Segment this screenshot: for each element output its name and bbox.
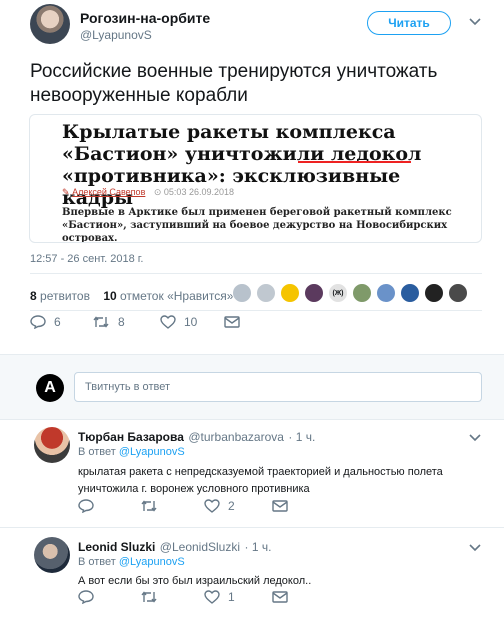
liker-avatar[interactable] (376, 283, 396, 303)
like-action[interactable]: 2 (204, 499, 235, 513)
retweets-label: ретвитов (40, 289, 90, 303)
like-count: 1 (228, 590, 235, 604)
liker-avatars: (Ж) (232, 283, 468, 303)
author-handle[interactable]: @LyapunovS (80, 28, 152, 42)
like-action[interactable]: 1 (204, 590, 235, 604)
in-reply-handle[interactable]: @LyapunovS (119, 446, 185, 458)
current-user-avatar[interactable]: A (36, 374, 64, 402)
retweets-count: 8 (30, 289, 37, 303)
reply-time[interactable]: · 1 ч. (244, 540, 271, 554)
card-lead: Впервые в Арктике был применен береговой… (62, 207, 452, 243)
reply-avatar[interactable] (34, 537, 70, 573)
reply-author-handle[interactable]: @LeonidSluzki (160, 540, 240, 554)
reply-author-name[interactable]: Leonid Sluzki (78, 540, 155, 554)
retweet-icon (93, 316, 109, 328)
reply-header: Тюрбан Базарова @turbanbazarova · 1 ч. (78, 428, 315, 446)
card-author[interactable]: Алексей Савепов (72, 187, 145, 197)
liker-avatar[interactable] (400, 283, 420, 303)
reply-input[interactable]: Твитнуть в ответ (74, 372, 482, 402)
envelope-icon (272, 591, 288, 603)
divider (0, 527, 504, 528)
tweet-stats: 8 ретвитов 10 отметок «Нравится» (30, 289, 233, 303)
reply-text: А вот если бы это был израильский ледоко… (78, 575, 312, 587)
retweet-icon (141, 500, 157, 512)
in-reply-label: В ответ (78, 446, 116, 458)
divider (30, 273, 482, 274)
dm-action[interactable] (272, 500, 288, 512)
reply-header: Leonid Sluzki @LeonidSluzki · 1 ч. (78, 538, 271, 556)
article-card[interactable]: Крылатые ракеты комплекса «Бастион» унич… (29, 114, 482, 243)
tweet-text: Российские военные тренируются уничтожат… (30, 61, 438, 106)
dm-action[interactable] (224, 316, 240, 328)
liker-avatar[interactable] (232, 283, 252, 303)
retweets-stat[interactable]: 8 ретвитов (30, 289, 90, 303)
in-reply-to: В ответ @LyapunovS (78, 556, 185, 568)
retweet-action[interactable] (140, 499, 158, 513)
retweet-action[interactable]: 8 (92, 315, 125, 329)
clock-icon: ⊙ (153, 187, 164, 197)
reply-time[interactable]: · 1 ч. (288, 430, 315, 444)
reply-icon (78, 590, 94, 604)
retweet-action[interactable] (140, 590, 158, 604)
card-date-text: 05:03 26.09.2018 (163, 187, 234, 197)
like-action[interactable]: 10 (160, 315, 197, 329)
reply-action[interactable] (78, 590, 94, 604)
in-reply-to: В ответ @LyapunovS (78, 446, 185, 458)
envelope-icon (272, 500, 288, 512)
liker-avatar[interactable] (256, 283, 276, 303)
liker-avatar[interactable] (280, 283, 300, 303)
author-avatar[interactable] (30, 4, 70, 44)
heart-icon (204, 590, 220, 604)
reply-icon (78, 499, 94, 513)
liker-avatar[interactable] (448, 283, 468, 303)
reply-author-handle[interactable]: @turbanbazarova (188, 430, 284, 444)
like-count: 10 (184, 315, 198, 329)
envelope-icon (224, 316, 240, 328)
chevron-down-icon[interactable] (469, 431, 481, 445)
liker-avatar[interactable] (304, 283, 324, 303)
likes-stat[interactable]: 10 отметок «Нравится» (103, 289, 233, 303)
like-count: 2 (228, 499, 235, 513)
reply-count: 6 (54, 315, 61, 329)
reply-author-name[interactable]: Тюрбан Базарова (78, 430, 184, 444)
in-reply-handle[interactable]: @LyapunovS (119, 556, 185, 568)
liker-avatar[interactable] (352, 283, 372, 303)
in-reply-label: В ответ (78, 556, 116, 568)
card-date: ⊙ 05:03 26.09.2018 (154, 187, 234, 197)
retweet-count: 8 (118, 315, 125, 329)
follow-button[interactable]: Читать (367, 11, 451, 35)
chevron-down-icon[interactable] (469, 15, 481, 29)
heart-icon (160, 315, 176, 329)
dm-action[interactable] (272, 591, 288, 603)
divider (30, 310, 482, 311)
likes-label: отметок «Нравится» (120, 289, 234, 303)
timestamp[interactable]: 12:57 - 26 сент. 2018 г. (30, 253, 143, 265)
card-meta: ✎ Алексей Савепов ⊙ 05:03 26.09.2018 (62, 187, 234, 198)
reply-text: крылатая ракета с непредсказуемой траект… (78, 466, 443, 495)
author-name[interactable]: Рогозин-на-орбите (80, 10, 210, 26)
edit-icon: ✎ (62, 187, 70, 197)
likes-count: 10 (103, 289, 117, 303)
highlight-underline (298, 161, 411, 163)
reply-action[interactable] (78, 499, 94, 513)
retweet-icon (141, 591, 157, 603)
liker-avatar[interactable] (424, 283, 444, 303)
heart-icon (204, 499, 220, 513)
reply-avatar[interactable] (34, 427, 70, 463)
reply-icon (30, 315, 46, 329)
reply-action[interactable]: 6 (30, 315, 61, 329)
liker-avatar[interactable]: (Ж) (328, 283, 348, 303)
chevron-down-icon[interactable] (469, 541, 481, 555)
